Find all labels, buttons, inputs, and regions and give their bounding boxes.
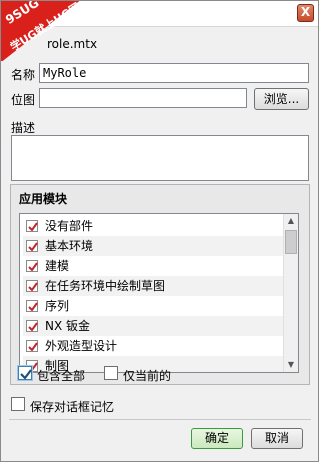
module-item[interactable]: 序列: [23, 296, 285, 316]
role-dialog-window: X 9SUG 学UG就上UG网 role.mtx 名称 MyRole 位图 浏览…: [0, 0, 319, 462]
module-item[interactable]: NX 钣金: [23, 316, 285, 336]
module-item[interactable]: 外观造型设计: [23, 336, 285, 356]
include-all-label: 包含全部: [37, 369, 86, 383]
checkmark-icon: [20, 369, 32, 380]
name-input[interactable]: MyRole: [39, 63, 309, 83]
module-item[interactable]: 没有部件: [23, 216, 285, 236]
save-dialog-memory-checkbox[interactable]: [11, 397, 25, 411]
checkbox-checked-icon[interactable]: [26, 280, 38, 292]
module-item[interactable]: 建模: [23, 256, 285, 276]
browse-button[interactable]: 浏览...: [254, 88, 309, 110]
checkbox-checked-icon[interactable]: [26, 220, 38, 232]
application-modules-title: 应用模块: [19, 192, 68, 206]
ok-button-label: 确定: [204, 431, 229, 445]
module-item-label: NX 钣金: [45, 319, 91, 333]
module-item-label: 序列: [45, 299, 70, 313]
modules-list-scrollbar[interactable]: ▲ ▼: [283, 214, 298, 372]
file-name: role.mtx: [47, 37, 98, 51]
include-all-checkbox[interactable]: [18, 366, 32, 380]
modules-list[interactable]: 没有部件 基本环境 建模 在任务环境中绘制草图 序列 NX 钣金 外观造型设计 …: [19, 213, 299, 373]
watermark-logo: 9SUG 学UG就上UG网: [1, 1, 93, 61]
module-item-label: 基本环境: [45, 239, 94, 253]
cancel-button[interactable]: 取消: [251, 428, 303, 449]
checkbox-checked-icon[interactable]: [26, 320, 38, 332]
checkbox-checked-icon[interactable]: [26, 300, 38, 312]
module-item-label: 在任务环境中绘制草图: [45, 279, 166, 293]
cancel-button-label: 取消: [264, 431, 289, 445]
current-only-label: 仅当前的: [123, 369, 172, 383]
module-item-label: 建模: [45, 259, 70, 273]
module-item[interactable]: 在任务环境中绘制草图: [23, 276, 285, 296]
application-modules-group: 应用模块 没有部件 基本环境 建模 在任务环境中绘制草图 序列 NX 钣金 外观…: [10, 184, 310, 385]
checkbox-checked-icon[interactable]: [26, 260, 38, 272]
module-item-label: 外观造型设计: [45, 339, 118, 353]
description-label: 描述: [11, 121, 36, 135]
module-item-label: 没有部件: [45, 219, 94, 233]
bitmap-label: 位图: [11, 93, 36, 107]
description-input[interactable]: [11, 135, 309, 181]
browse-button-label: 浏览...: [263, 92, 300, 106]
close-button[interactable]: X: [297, 4, 314, 22]
ok-button[interactable]: 确定: [191, 428, 243, 449]
scroll-up-arrow-icon[interactable]: ▲: [284, 214, 298, 228]
name-label: 名称: [11, 68, 36, 82]
scrollbar-thumb[interactable]: [285, 230, 297, 254]
checkbox-checked-icon[interactable]: [26, 240, 38, 252]
bitmap-input[interactable]: [39, 88, 247, 108]
current-only-checkbox[interactable]: [104, 366, 118, 380]
module-item[interactable]: 基本环境: [23, 236, 285, 256]
checkbox-checked-icon[interactable]: [26, 340, 38, 352]
close-icon: X: [300, 5, 311, 19]
footer-separator: [9, 419, 311, 420]
scroll-down-arrow-icon[interactable]: ▼: [284, 358, 298, 372]
save-dialog-memory-label: 保存对话框记忆: [30, 400, 115, 414]
